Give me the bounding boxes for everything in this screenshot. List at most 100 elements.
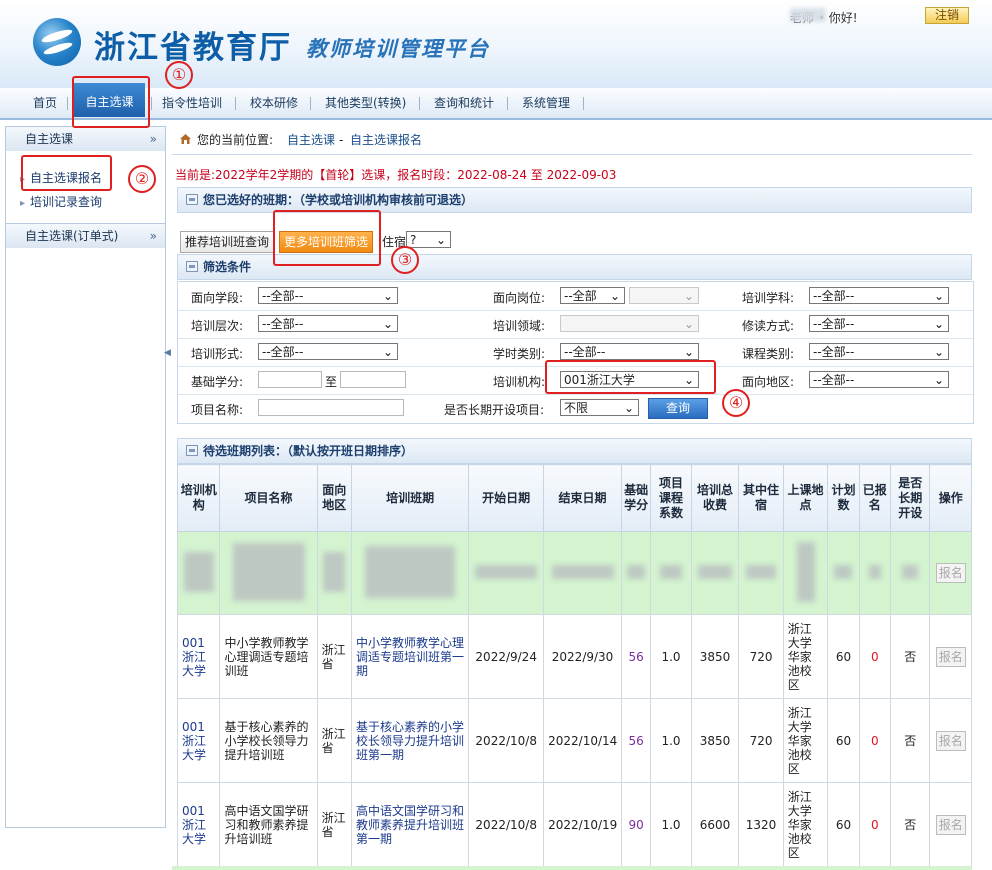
cell-start: 2022/10/8 bbox=[468, 698, 545, 783]
filter-label: 培训机构: bbox=[493, 375, 546, 389]
cell-start: 2022/9/24 bbox=[468, 614, 545, 699]
signup-button[interactable]: 报名 bbox=[935, 730, 966, 751]
cell-org[interactable]: 001浙江大学 bbox=[176, 698, 221, 783]
col-header: 培训机构 bbox=[176, 464, 221, 532]
subject-select[interactable]: --全部-- ⌄ bbox=[809, 287, 949, 304]
filter-label: 学时类别: bbox=[493, 347, 546, 361]
filter-row: 培训层次: --全部-- ⌄ 培训领域: ⌄ 修读方式: --全部-- ⌄ bbox=[178, 310, 973, 339]
signup-button[interactable]: 报名 bbox=[935, 646, 966, 667]
chevron-down-icon: ⌄ bbox=[683, 345, 694, 359]
cell-place: 浙江大学华家池校区 bbox=[782, 698, 829, 783]
sidebar-section-order[interactable]: 自主选课(订单式) » bbox=[6, 223, 165, 248]
chevron-down-icon: ⌄ bbox=[933, 317, 944, 331]
nav-directive-training[interactable]: 指令性培训 bbox=[162, 88, 222, 118]
next-row-strip bbox=[172, 866, 972, 870]
cell-project: 基于核心素养的小学校长领导力提升培训班 bbox=[219, 698, 318, 783]
cell-class[interactable]: 高中语文国学研习和教师素养提升培训班第一期 bbox=[350, 782, 470, 867]
cell-credit: 56 bbox=[620, 614, 652, 699]
col-header: 上课地点 bbox=[782, 464, 829, 532]
signup-button[interactable]: 报名 bbox=[935, 563, 966, 583]
col-header: 操作 bbox=[929, 464, 972, 532]
table-header-row: 培训机构 项目名称 面向地区 培训班期 开始日期 结束日期 基础学分 项目课程系… bbox=[176, 464, 972, 532]
chevron-down-icon: ⌄ bbox=[382, 289, 393, 303]
chevron-down-icon: ⌄ bbox=[933, 373, 944, 387]
project-name-input[interactable] bbox=[258, 399, 404, 416]
filter-label: 培训学科: bbox=[742, 291, 795, 305]
region-select[interactable]: --全部-- ⌄ bbox=[809, 371, 949, 388]
cell-credit: 90 bbox=[620, 782, 652, 867]
cell-org[interactable]: 001浙江大学 bbox=[176, 614, 221, 699]
nav-query-stats[interactable]: 查询和统计 bbox=[434, 88, 494, 118]
credit-min-input[interactable] bbox=[258, 371, 322, 388]
sidebar: 自主选课 » 自主选课报名 培训记录查询 自主选课(订单式) » bbox=[5, 126, 166, 828]
cell-class[interactable]: 中小学教师教学心理调适专题培训班第一期 bbox=[350, 614, 470, 699]
study-mode-select[interactable]: --全部-- ⌄ bbox=[809, 315, 949, 332]
select-value: 不限 bbox=[564, 401, 589, 415]
select-value: --全部-- bbox=[262, 289, 304, 303]
cell-credit: 56 bbox=[620, 698, 652, 783]
col-header: 基础学分 bbox=[620, 464, 652, 532]
filter-row: 项目名称: 是否长期开设项目: 不限 ⌄ 查询 bbox=[178, 394, 973, 422]
cell-lodging: 720 bbox=[738, 614, 784, 699]
tab-recommend-query[interactable]: 推荐培训班查询 bbox=[180, 231, 275, 253]
credit-max-input[interactable] bbox=[340, 371, 406, 388]
nav-home[interactable]: 首页 bbox=[33, 88, 57, 118]
filter-label: 培训形式: bbox=[191, 347, 244, 361]
expand-chevron-icon[interactable]: » bbox=[150, 224, 157, 248]
cell-fee: 3850 bbox=[690, 614, 740, 699]
cell-region: 浙江省 bbox=[316, 614, 352, 699]
col-header: 面向地区 bbox=[316, 464, 352, 532]
training-form-select[interactable]: --全部-- ⌄ bbox=[258, 343, 398, 360]
training-level-select[interactable]: --全部-- ⌄ bbox=[258, 315, 398, 332]
user-name-blurred bbox=[790, 8, 826, 22]
education-logo-icon bbox=[33, 18, 81, 66]
cell-fee: 6600 bbox=[690, 782, 740, 867]
cell-plan: 60 bbox=[827, 614, 860, 699]
cell-end: 2022/9/30 bbox=[543, 614, 622, 699]
select-value: --全部-- bbox=[813, 317, 855, 331]
nav-other-types[interactable]: 其他类型(转换) bbox=[325, 88, 406, 118]
breadcrumb-level2[interactable]: 自主选课报名 bbox=[350, 126, 422, 154]
filter-label: 课程类别: bbox=[742, 347, 795, 361]
logout-button[interactable]: 注销 bbox=[925, 7, 969, 24]
filter-label: 修读方式: bbox=[742, 319, 795, 333]
home-icon bbox=[180, 134, 191, 144]
table-row: 001浙江大学 基于核心素养的小学校长领导力提升培训班 浙江省 基于核心素养的小… bbox=[176, 698, 972, 783]
select-value: --全部-- bbox=[564, 345, 606, 359]
position-select[interactable]: --全部 ⌄ bbox=[560, 287, 625, 304]
section-picture-icon bbox=[186, 261, 198, 272]
cell-region: 浙江省 bbox=[316, 782, 352, 867]
filter-label: 面向岗位: bbox=[493, 291, 546, 305]
cell-start: 2022/10/8 bbox=[468, 782, 545, 867]
school-stage-select[interactable]: --全部-- ⌄ bbox=[258, 287, 398, 304]
cell-class[interactable]: 基于核心素养的小学校长领导力提升培训班第一期 bbox=[350, 698, 470, 783]
cell-signed: 0 bbox=[858, 698, 891, 783]
select-value: --全部 bbox=[564, 289, 597, 303]
course-category-select[interactable]: --全部-- ⌄ bbox=[809, 343, 949, 360]
table-row-blurred: 报名 bbox=[176, 531, 972, 615]
sidebar-section-self-select[interactable]: 自主选课 » bbox=[6, 127, 165, 151]
nav-school-research[interactable]: 校本研修 bbox=[250, 88, 298, 118]
lodging-select[interactable]: ? ⌄ bbox=[406, 231, 451, 248]
signup-button[interactable]: 报名 bbox=[935, 814, 966, 835]
filter-label: 是否长期开设项目: bbox=[444, 403, 545, 417]
col-header: 已报名 bbox=[858, 464, 891, 532]
sidebar-item-training-records[interactable]: 培训记录查询 bbox=[20, 193, 102, 210]
query-button[interactable]: 查询 bbox=[648, 398, 708, 419]
select-value: --全部-- bbox=[262, 345, 304, 359]
chevron-down-icon: ⌄ bbox=[382, 345, 393, 359]
credit-hour-type-select[interactable]: --全部-- ⌄ bbox=[560, 343, 699, 360]
annotation-box-3 bbox=[273, 210, 381, 266]
cell-coef: 1.0 bbox=[650, 698, 692, 783]
longterm-select[interactable]: 不限 ⌄ bbox=[560, 399, 639, 416]
class-list-header: 待选班期列表：（默认按开班日期排序） bbox=[177, 438, 972, 464]
collapse-chevron-icon[interactable]: » bbox=[150, 127, 157, 151]
breadcrumb-level1[interactable]: 自主选课 bbox=[287, 126, 335, 154]
annotation-box-4 bbox=[545, 360, 716, 394]
cell-org[interactable]: 001浙江大学 bbox=[176, 782, 221, 867]
nav-system-admin[interactable]: 系统管理 bbox=[522, 88, 570, 118]
annotation-number-2: ② bbox=[128, 165, 156, 193]
lodging-select-value: ? bbox=[410, 233, 417, 247]
col-header: 项目名称 bbox=[219, 464, 318, 532]
filter-title: 筛选条件 bbox=[203, 260, 252, 274]
